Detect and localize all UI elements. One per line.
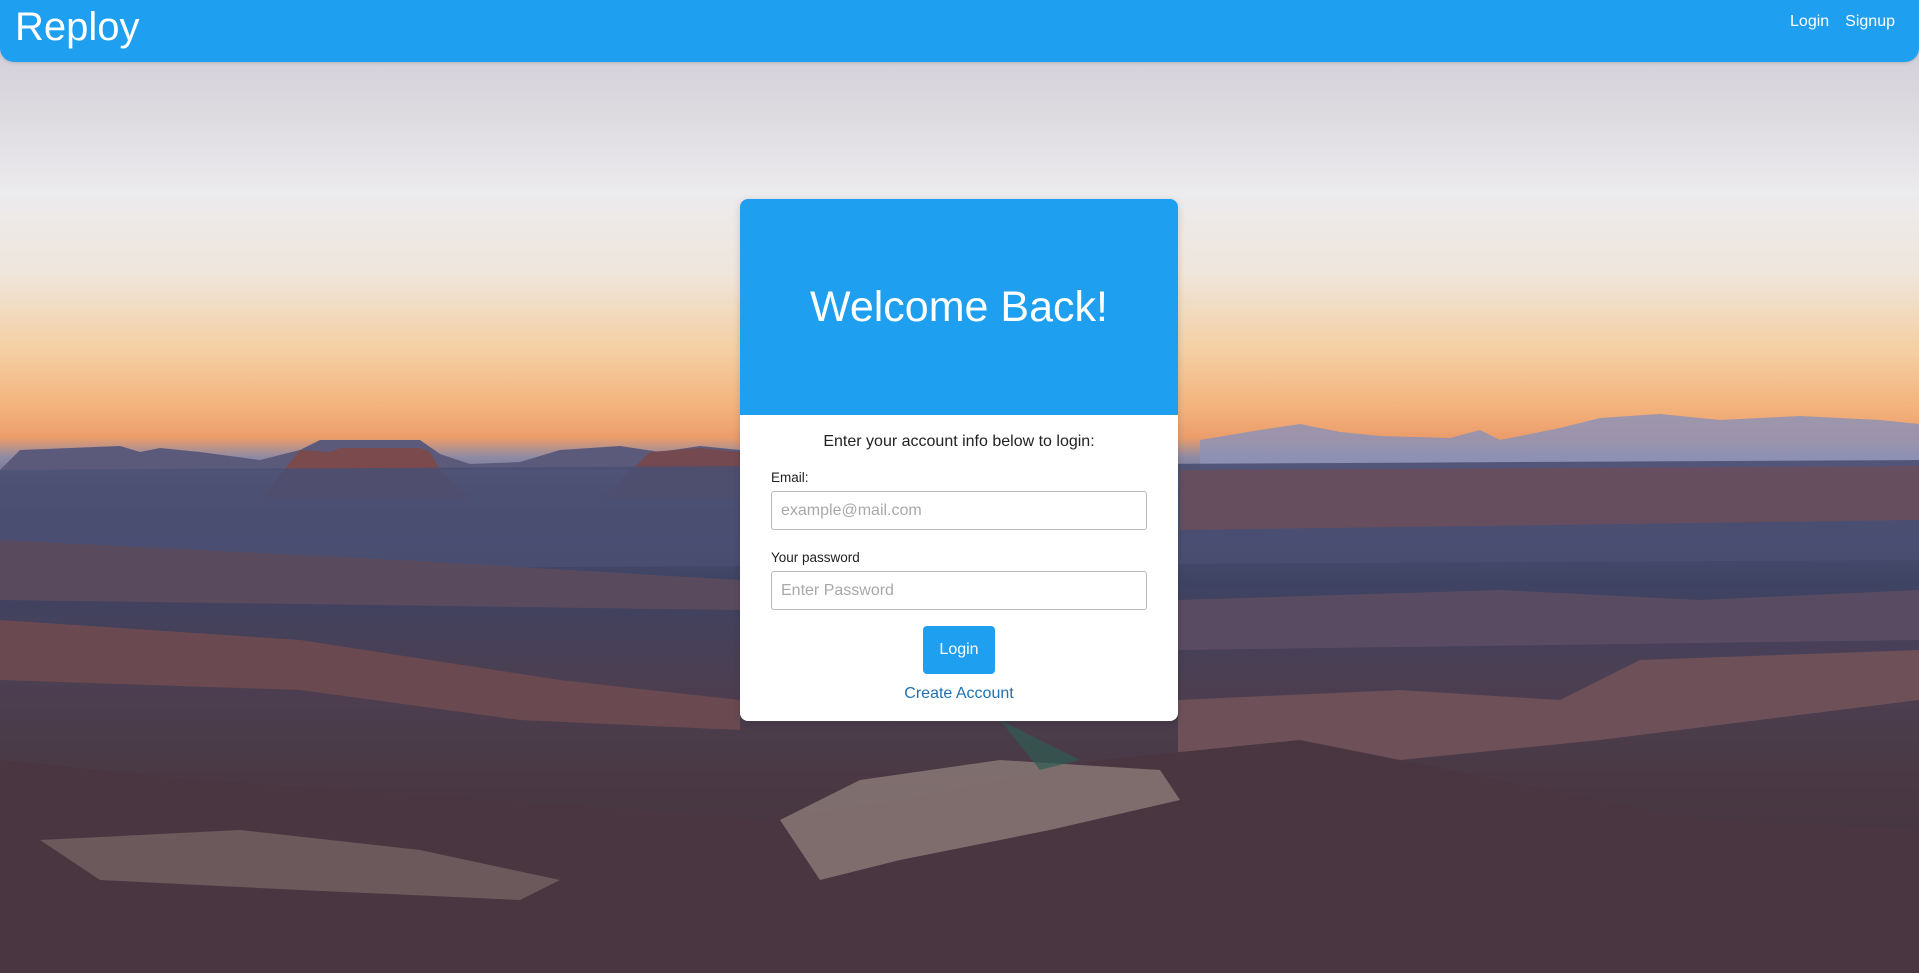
email-field[interactable]: [771, 491, 1147, 530]
email-label: Email:: [771, 470, 809, 485]
password-label: Your password: [771, 550, 860, 565]
top-navbar: Reploy Login Signup: [0, 0, 1919, 62]
button-row: Login: [771, 626, 1147, 674]
password-field[interactable]: [771, 571, 1147, 610]
login-instructions: Enter your account info below to login:: [823, 433, 1095, 450]
card-header: Welcome Back!: [740, 199, 1178, 415]
nav-login-link[interactable]: Login: [1790, 13, 1829, 31]
nav-links: Login Signup: [1790, 13, 1895, 31]
login-card: Welcome Back! Enter your account info be…: [740, 199, 1178, 721]
nav-signup-link[interactable]: Signup: [1845, 13, 1895, 31]
card-title: Welcome Back!: [810, 282, 1108, 331]
brand-logo[interactable]: Reploy: [15, 2, 140, 52]
login-button[interactable]: Login: [923, 626, 995, 674]
login-form: Enter your account info below to login: …: [740, 433, 1178, 703]
create-account-link[interactable]: Create Account: [771, 685, 1147, 703]
